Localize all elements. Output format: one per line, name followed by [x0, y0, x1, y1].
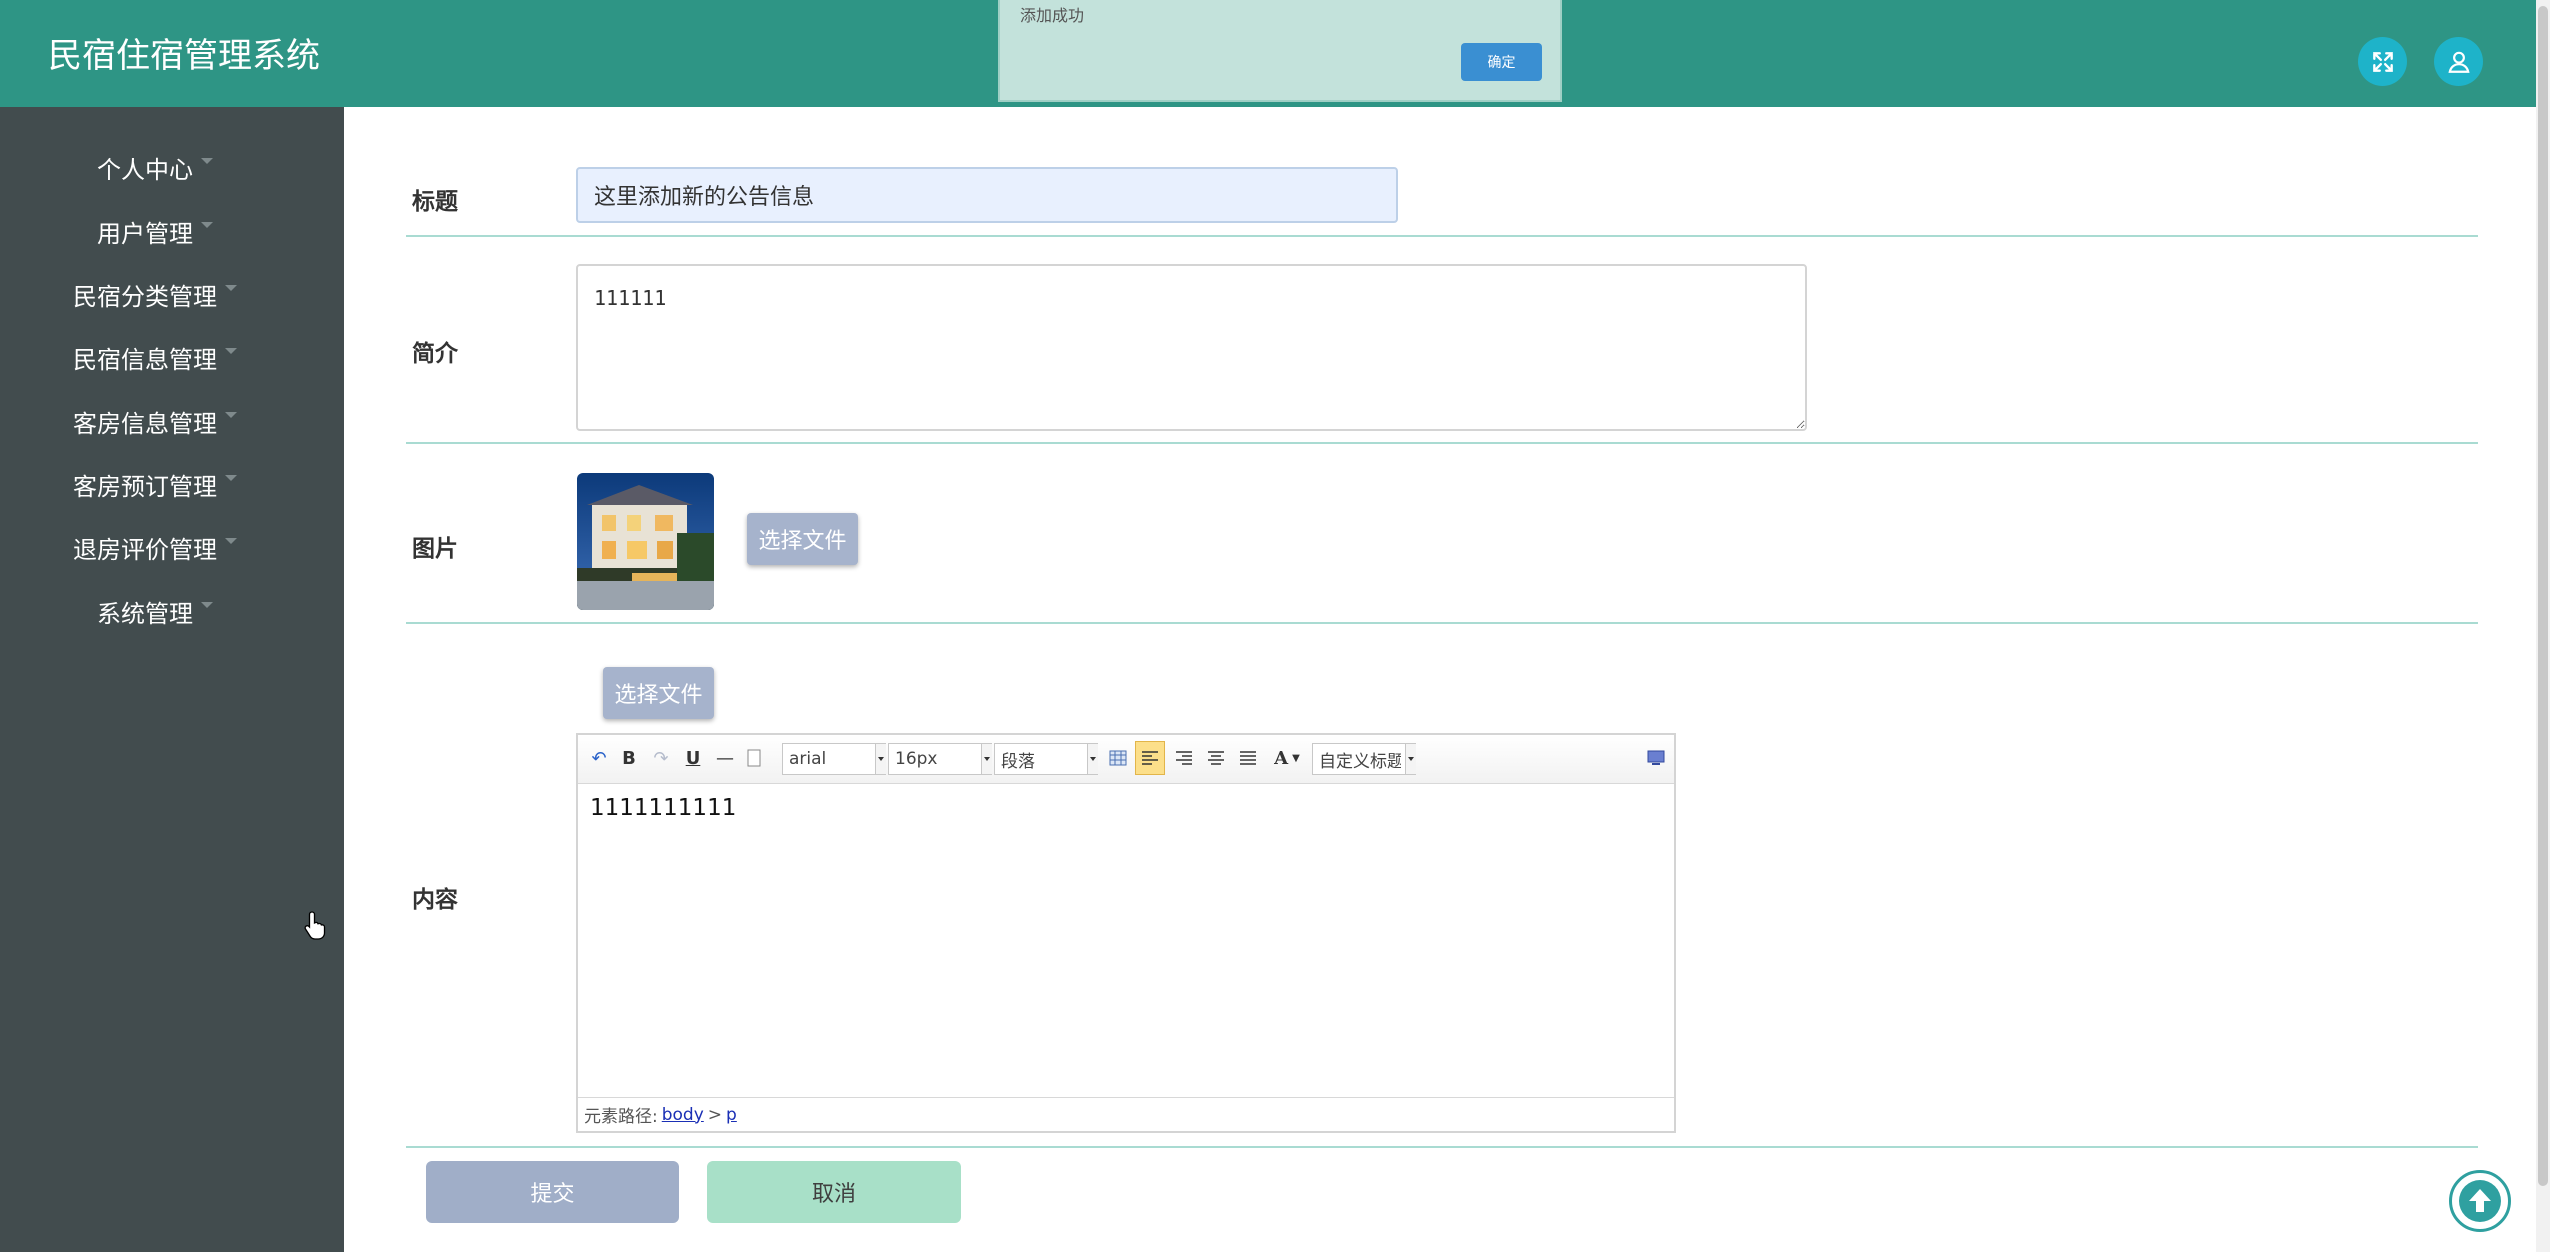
- sidebar-item-homestay-info[interactable]: 民宿信息管理: [0, 337, 310, 377]
- image-label: 图片: [412, 536, 458, 562]
- row-divider: [406, 622, 2478, 624]
- content-label: 内容: [412, 887, 458, 913]
- intro-label: 简介: [412, 341, 458, 367]
- align-right-icon[interactable]: [1172, 745, 1196, 771]
- hand-cursor-icon: [304, 911, 326, 940]
- sidebar-item-label: 民宿分类管理: [73, 282, 217, 311]
- uploaded-image-thumbnail[interactable]: [577, 473, 714, 610]
- caret-down-icon: [225, 285, 237, 291]
- submit-button[interactable]: 提交: [426, 1161, 679, 1223]
- preview-icon[interactable]: [1644, 745, 1668, 771]
- underline-icon[interactable]: U: [682, 745, 704, 771]
- editor-content[interactable]: 1111111111: [590, 795, 736, 821]
- font-size-value: 16px: [895, 749, 938, 769]
- paragraph-select[interactable]: 段落: [994, 743, 1098, 775]
- arrow-up-icon: [2459, 1180, 2501, 1222]
- caret-down-icon: [225, 538, 237, 544]
- element-path-p-link[interactable]: p: [726, 1105, 737, 1125]
- caret-down-icon: [225, 348, 237, 354]
- table-icon[interactable]: [1106, 745, 1130, 771]
- sidebar-item-personal-center[interactable]: 个人中心: [0, 147, 310, 187]
- sidebar-item-label: 个人中心: [97, 155, 193, 184]
- row-divider: [406, 235, 2478, 237]
- fullscreen-button[interactable]: [2358, 37, 2407, 86]
- sidebar-item-label: 系统管理: [97, 599, 193, 628]
- sidebar-item-label: 客房预订管理: [73, 472, 217, 501]
- font-color-icon[interactable]: A ▼: [1270, 745, 1304, 771]
- sidebar-item-label: 客房信息管理: [73, 409, 217, 438]
- caret-down-icon: [201, 602, 213, 608]
- title-label: 标题: [412, 189, 458, 215]
- custom-heading-value: 自定义标题: [1319, 751, 1401, 772]
- align-justify-icon[interactable]: [1236, 745, 1260, 771]
- font-family-value: arial: [789, 749, 827, 769]
- page-break-icon[interactable]: [744, 745, 764, 771]
- sidebar: 个人中心 用户管理 民宿分类管理 民宿信息管理 客房信息管理 客房预订管理 退房…: [0, 107, 344, 1252]
- rich-text-editor: ↶ B ↷ U — arial 16px 段落 A ▼ 自定义标题 111111…: [576, 733, 1676, 1133]
- horizontal-rule-icon[interactable]: —: [714, 745, 736, 771]
- redo-icon[interactable]: ↷: [650, 745, 672, 771]
- content-choose-file-button[interactable]: 选择文件: [603, 667, 714, 719]
- align-left-icon[interactable]: [1135, 741, 1165, 775]
- element-path-separator: >: [707, 1104, 723, 1125]
- bold-icon[interactable]: B: [618, 745, 640, 771]
- title-input[interactable]: [576, 167, 1398, 223]
- alert-message: 添加成功: [1020, 6, 1085, 25]
- intro-textarea[interactable]: 111111: [576, 264, 1807, 431]
- font-family-select[interactable]: arial: [782, 743, 886, 775]
- scrollbar-thumb[interactable]: [2538, 6, 2548, 1186]
- custom-heading-select[interactable]: 自定义标题: [1312, 743, 1416, 775]
- sidebar-item-homestay-category[interactable]: 民宿分类管理: [0, 274, 310, 314]
- caret-down-icon: [201, 158, 213, 164]
- element-path-label: 元素路径:: [584, 1107, 658, 1127]
- app-title: 民宿住宿管理系统: [48, 36, 320, 76]
- sidebar-item-label: 民宿信息管理: [73, 345, 217, 374]
- sidebar-item-room-info[interactable]: 客房信息管理: [0, 401, 310, 441]
- sidebar-item-room-booking[interactable]: 客房预订管理: [0, 464, 310, 504]
- cancel-button[interactable]: 取消: [707, 1161, 961, 1223]
- font-size-select[interactable]: 16px: [888, 743, 992, 775]
- caret-down-icon: [225, 475, 237, 481]
- row-divider: [406, 442, 2478, 444]
- undo-icon[interactable]: ↶: [588, 745, 610, 771]
- expand-icon: [2372, 51, 2393, 72]
- caret-down-icon: [201, 222, 213, 228]
- sidebar-item-user-management[interactable]: 用户管理: [0, 211, 310, 251]
- editor-element-path: 元素路径: body > p: [578, 1097, 1674, 1131]
- sidebar-item-system-management[interactable]: 系统管理: [0, 591, 310, 631]
- editor-toolbar: ↶ B ↷ U — arial 16px 段落 A ▼ 自定义标题: [578, 735, 1674, 784]
- back-to-top-button[interactable]: [2449, 1170, 2511, 1232]
- paragraph-value: 段落: [1001, 751, 1035, 772]
- success-alert: 添加成功 确定: [998, 0, 1562, 102]
- sidebar-item-label: 退房评价管理: [73, 535, 217, 564]
- image-choose-file-button[interactable]: 选择文件: [747, 513, 858, 565]
- element-path-body-link[interactable]: body: [662, 1105, 704, 1125]
- sidebar-item-label: 用户管理: [97, 219, 193, 248]
- alert-confirm-button[interactable]: 确定: [1461, 43, 1542, 81]
- sidebar-item-checkout-review[interactable]: 退房评价管理: [0, 527, 310, 567]
- caret-down-icon: [225, 412, 237, 418]
- row-divider: [406, 1146, 2478, 1148]
- user-icon: [2447, 51, 2470, 73]
- align-center-icon[interactable]: [1204, 745, 1228, 771]
- user-button[interactable]: [2434, 37, 2483, 86]
